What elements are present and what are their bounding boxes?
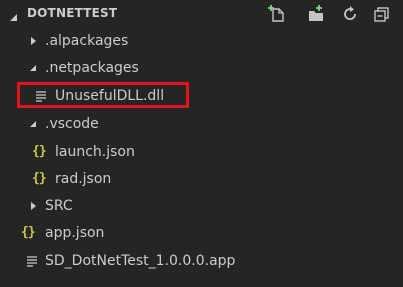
json-icon: {} <box>32 144 47 159</box>
tree-item-label: .vscode <box>45 116 99 132</box>
tree-item-app-package[interactable]: SD_DotNetTest_1.0.0.0.app <box>0 248 403 275</box>
workspace-title: DOTNETTEST <box>27 6 118 20</box>
lines-file-icon <box>26 255 38 267</box>
json-icon: {} <box>21 225 36 240</box>
chevron-right-icon[interactable] <box>28 201 38 211</box>
tree-item-label: SD_DotNetTest_1.0.0.0.app <box>45 253 236 269</box>
tree-item-vscode[interactable]: .vscode <box>0 111 403 138</box>
chevron-down-icon[interactable] <box>28 119 38 129</box>
file-explorer: DOTNETTEST .alpackages .netpackages Unus… <box>0 0 403 287</box>
tree-item-label: .netpackages <box>45 60 139 76</box>
highlight-box <box>17 82 189 108</box>
tree-item-label: .alpackages <box>45 33 129 49</box>
new-folder-icon[interactable] <box>306 4 326 24</box>
chevron-down-icon[interactable] <box>7 8 19 21</box>
tree-item-label: rad.json <box>55 171 112 187</box>
tree-item-src[interactable]: SRC <box>0 193 403 220</box>
tree-item-alpackages[interactable]: .alpackages <box>0 28 403 55</box>
new-file-icon[interactable] <box>268 4 288 24</box>
tree-item-netpackages[interactable]: .netpackages <box>0 55 403 82</box>
tree-item-app-json[interactable]: {} app.json <box>0 220 403 247</box>
explorer-header[interactable]: DOTNETTEST <box>0 0 403 28</box>
tree-item-label: launch.json <box>55 144 135 160</box>
tree-item-label: SRC <box>45 198 73 214</box>
json-icon: {} <box>32 171 47 186</box>
chevron-down-icon[interactable] <box>28 63 38 73</box>
chevron-right-icon[interactable] <box>28 36 38 46</box>
tree-item-launch-json[interactable]: {} launch.json <box>0 139 403 166</box>
tree-item-rad-json[interactable]: {} rad.json <box>0 166 403 193</box>
refresh-icon[interactable] <box>340 4 360 24</box>
collapse-all-icon[interactable] <box>372 4 392 24</box>
explorer-actions <box>268 4 398 24</box>
tree-item-label: app.json <box>45 225 105 241</box>
